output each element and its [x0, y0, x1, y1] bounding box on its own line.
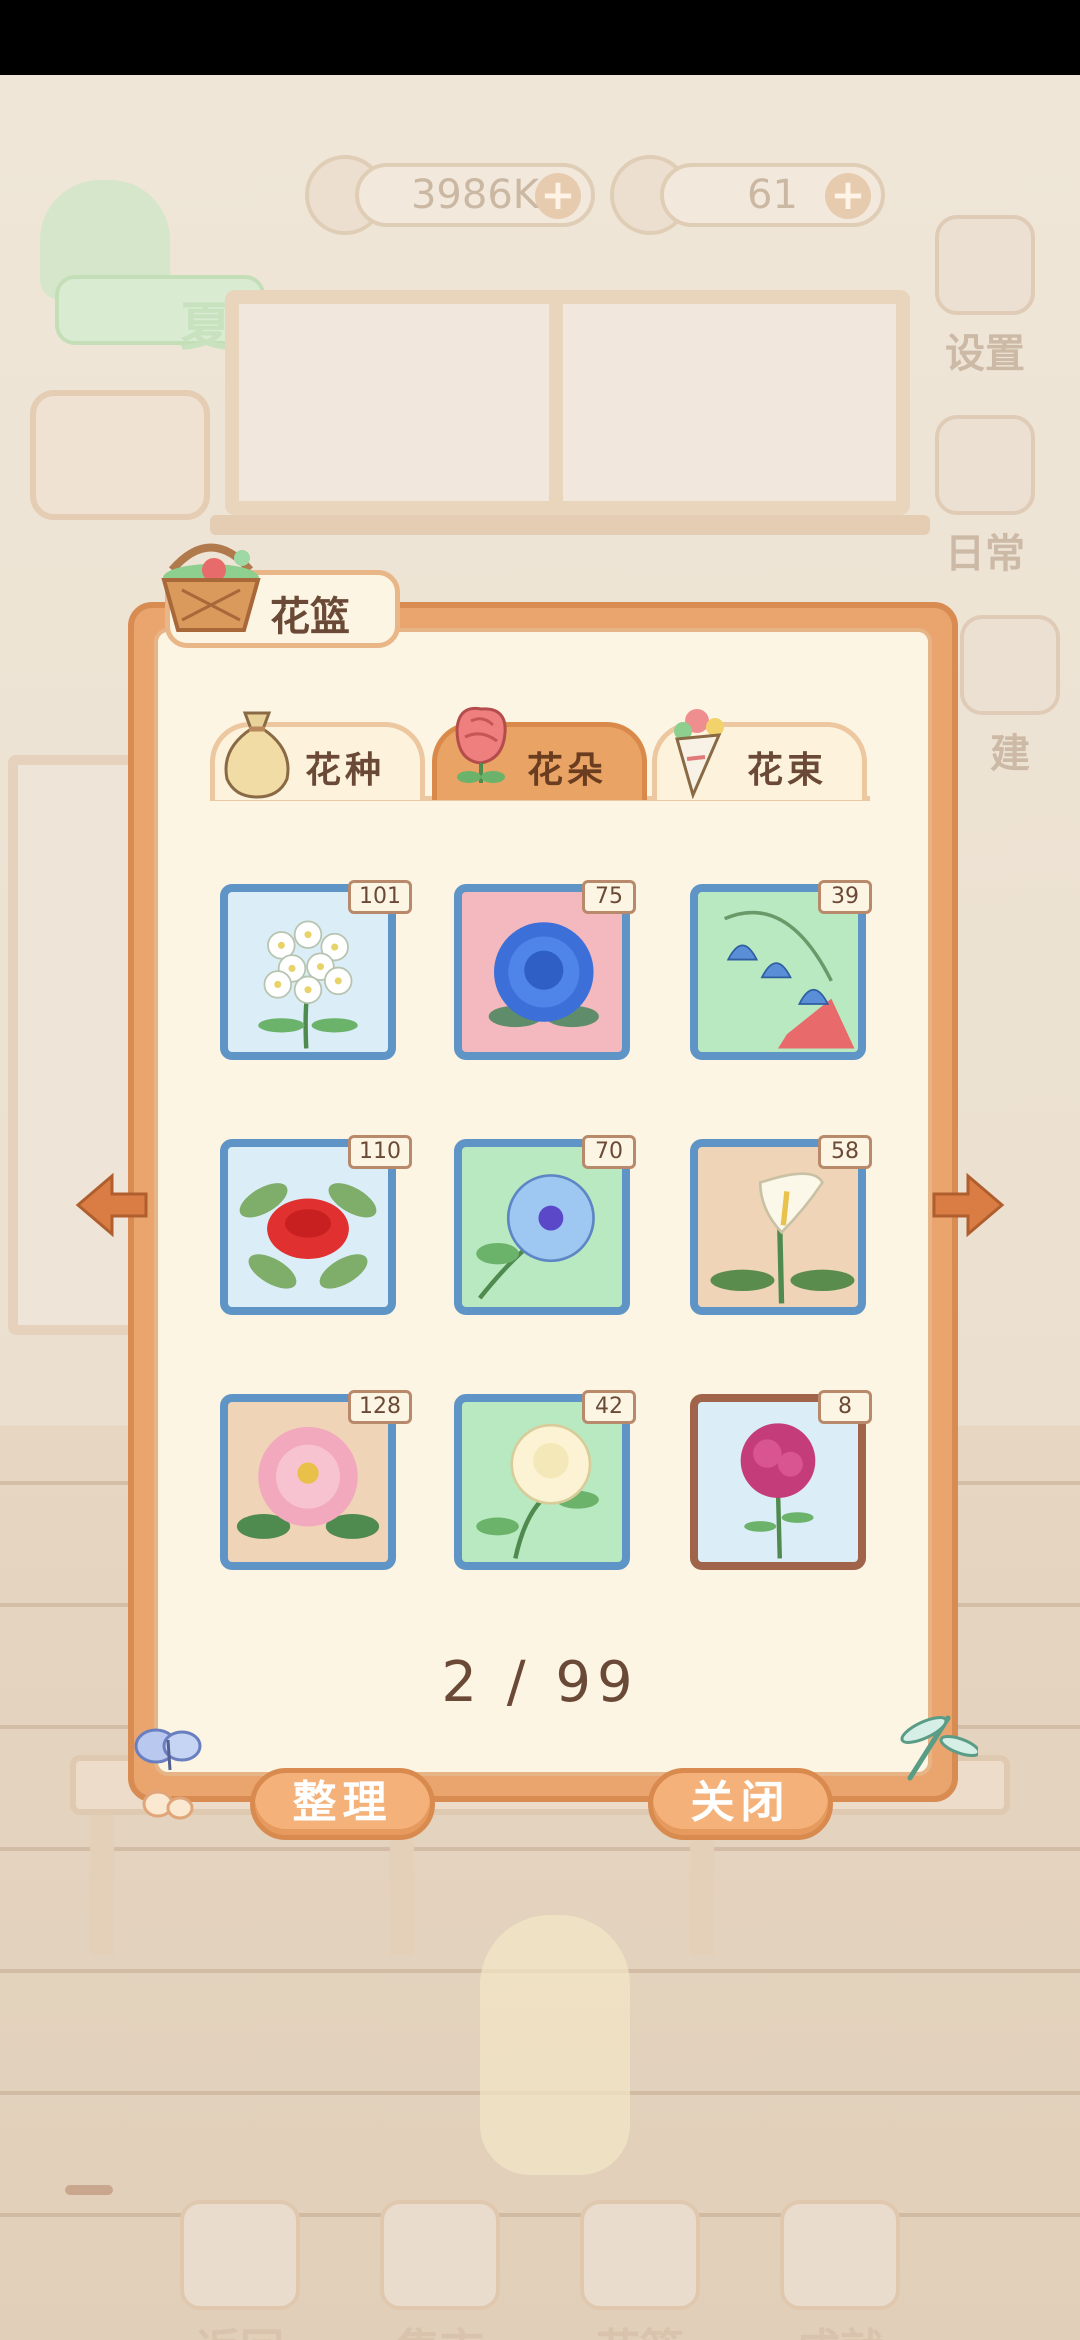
white-jasmine-flower-icon: [258, 920, 358, 1049]
add-cheese-icon[interactable]: +: [825, 173, 871, 219]
cheese-currency-value: 61: [747, 172, 798, 218]
close-button[interactable]: 关闭: [648, 1768, 833, 1840]
bouquet-icon: [674, 709, 724, 799]
daily-button[interactable]: 日常: [925, 415, 1045, 579]
flower-count-badge: 58: [818, 1135, 872, 1169]
nav-achievements[interactable]: 成就: [765, 2200, 915, 2340]
tab-flowers[interactable]: 花朵: [432, 706, 647, 800]
settings-label: 设置: [945, 331, 1025, 377]
nav-back-label: 返回: [196, 2325, 284, 2340]
hammer-icon: [960, 615, 1060, 715]
tab-bouquets-label: 花束: [747, 750, 828, 791]
seed-bag-icon: [224, 711, 290, 799]
daily-label: 日常: [945, 531, 1025, 577]
fish-currency-value: 3986K: [410, 172, 540, 218]
dialog-title: 花篮: [270, 594, 350, 640]
market-stall-icon: [380, 2200, 500, 2310]
morning-glory-flower-icon: [476, 1174, 595, 1300]
flower-basket-icon: [161, 543, 261, 632]
rose-icon: [455, 706, 507, 783]
fish-currency[interactable]: 3986K +: [355, 163, 595, 227]
pink-peony-flower-icon: [236, 1426, 380, 1539]
tab-bouquets[interactable]: 花束: [652, 709, 867, 800]
video-ad-button[interactable]: [30, 390, 210, 520]
white-rose-flower-icon: [476, 1423, 599, 1559]
notepad-icon: [935, 415, 1035, 515]
alpaca-character: [480, 1915, 630, 2175]
tab-seeds-label: 花种: [305, 750, 386, 791]
blue-bellflower-flower-icon: [723, 910, 855, 1049]
add-fish-icon[interactable]: +: [535, 173, 581, 219]
flower-count-badge: 70: [582, 1135, 636, 1169]
nav-back[interactable]: 返回: [165, 2200, 315, 2340]
next-page-arrow-icon[interactable]: [928, 1170, 1008, 1240]
red-camellia-flower-icon: [239, 1183, 377, 1289]
flower-count-badge: 110: [348, 1135, 412, 1169]
calla-lily-flower-icon: [710, 1172, 855, 1304]
flower-count-badge: 42: [582, 1390, 636, 1424]
sort-button[interactable]: 整理: [250, 1768, 435, 1840]
nav-market-label: 集市: [396, 2325, 484, 2340]
tab-seeds[interactable]: 花种: [210, 711, 425, 800]
build-button[interactable]: 建: [950, 615, 1070, 779]
status-bar: [0, 0, 1080, 75]
shelf-base: [210, 515, 930, 535]
flower-count-badge: 39: [818, 880, 872, 914]
nav-achievements-label: 成就: [796, 2325, 884, 2340]
window-icon: [180, 2200, 300, 2310]
nav-market[interactable]: 集市: [365, 2200, 515, 2340]
settings-button[interactable]: 设置: [925, 215, 1045, 379]
cheese-currency[interactable]: 61 +: [660, 163, 885, 227]
flower-count-badge: 75: [582, 880, 636, 914]
home-indicator: [65, 2185, 113, 2195]
trophy-icon: [780, 2200, 900, 2310]
flower-count-badge: 101: [348, 880, 412, 914]
flower-count-badge: 8: [818, 1390, 872, 1424]
flower-count-badge: 128: [348, 1390, 412, 1424]
blue-peony-flower-icon: [488, 922, 599, 1028]
carnation-flower-icon: [740, 1423, 816, 1559]
bottom-nav: 返回 集市 花篮 成就: [0, 2200, 1080, 2340]
basket-icon: [580, 2200, 700, 2310]
previous-page-arrow-icon[interactable]: [72, 1170, 152, 1240]
butterfly-icon: [134, 1728, 202, 1820]
build-label: 建: [990, 731, 1030, 777]
wall-shelf: [225, 290, 910, 515]
nav-basket-label: 花篮: [596, 2325, 684, 2340]
dragonfly-icon: [900, 1715, 978, 1781]
tab-flowers-label: 花朵: [527, 750, 608, 791]
nav-basket[interactable]: 花篮: [565, 2200, 715, 2340]
page-indicator: 2 / 99: [441, 1650, 639, 1715]
gear-icon: [935, 215, 1035, 315]
